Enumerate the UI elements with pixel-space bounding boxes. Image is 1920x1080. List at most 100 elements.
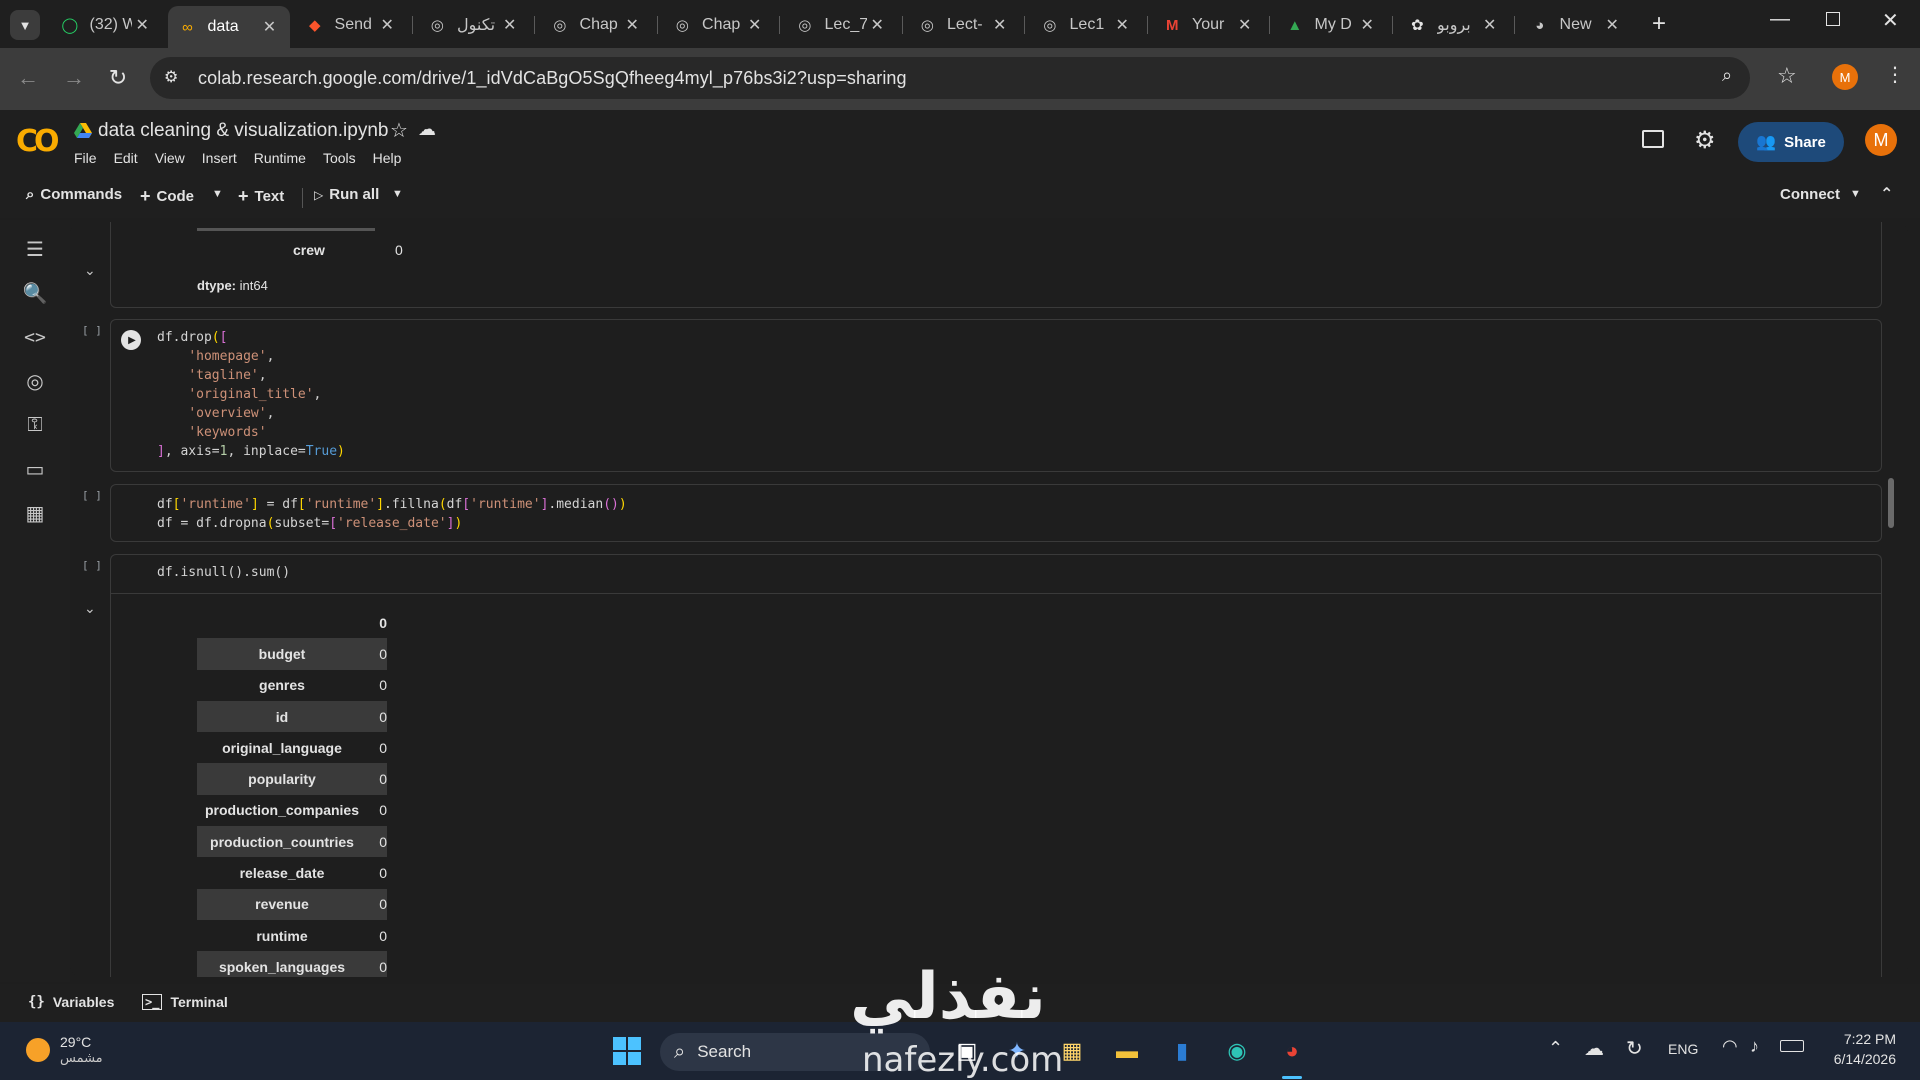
clock[interactable]: 7:22 PM 6/14/2026 [1826, 1031, 1896, 1067]
close-tab-icon[interactable]: ✕ [1112, 15, 1132, 35]
browser-tab[interactable]: ◎ Lec_7 ✕ [785, 8, 897, 42]
star-icon[interactable]: ☆ [390, 118, 408, 143]
site-info-icon[interactable]: ⚙ [164, 67, 178, 87]
back-button[interactable]: ← [10, 60, 46, 96]
account-avatar[interactable]: M [1865, 124, 1897, 156]
close-tab-icon[interactable]: ✕ [622, 15, 642, 35]
volume-icon[interactable]: ♪ [1750, 1036, 1759, 1057]
menu-runtime[interactable]: Runtime [254, 150, 306, 166]
run-all-button[interactable]: ▷ Run all [314, 186, 379, 203]
terminal-button[interactable]: >_ Terminal [142, 994, 228, 1010]
code-editor[interactable]: df.isnull().sum() [157, 563, 290, 582]
browser-tab[interactable]: ◯ (32) W ✕ [50, 8, 162, 42]
close-window-button[interactable]: ✕ [1882, 8, 1899, 33]
table-of-contents-icon[interactable]: ☰ [20, 234, 50, 264]
run-cell-button[interactable]: ▶ [121, 330, 141, 350]
bookmark-star-icon[interactable]: ☆ [1777, 63, 1797, 89]
show-hidden-icons[interactable]: ⌃ [1548, 1038, 1563, 1059]
browser-tab[interactable]: ◕ New ✕ [1520, 8, 1632, 42]
add-code-dropdown[interactable]: ▼ [212, 188, 223, 200]
taskbar-search[interactable]: ⌕ Search [660, 1033, 930, 1071]
browser-tab[interactable]: ◎ Lect- ✕ [908, 8, 1020, 42]
url-text[interactable]: colab.research.google.com/drive/1_idVdCa… [198, 68, 907, 89]
run-all-dropdown[interactable]: ▼ [392, 188, 403, 200]
task-view-icon[interactable]: ▣ [950, 1034, 984, 1068]
reload-button[interactable]: ↻ [100, 60, 136, 96]
code-snippets-icon[interactable]: <> [20, 322, 50, 352]
connect-dropdown[interactable]: ▼ [1850, 188, 1861, 200]
close-tab-icon[interactable]: ✕ [132, 15, 152, 35]
notebook-scrollbar[interactable] [1888, 478, 1894, 528]
forward-button[interactable]: → [56, 60, 92, 96]
close-tab-icon[interactable]: ✕ [745, 15, 765, 35]
browser-tab[interactable]: ∞ data ✕ [167, 6, 290, 48]
new-tab-button[interactable]: + [1652, 10, 1666, 38]
browser-profile-avatar[interactable]: M [1832, 64, 1858, 90]
store-icon[interactable]: ▦ [1055, 1034, 1089, 1068]
browser-tab[interactable]: ▲ My D ✕ [1275, 8, 1387, 42]
add-code-button[interactable]: + Code [140, 186, 194, 207]
close-tab-icon[interactable]: ✕ [1357, 15, 1377, 35]
menu-file[interactable]: File [74, 150, 97, 166]
close-tab-icon[interactable]: ✕ [1480, 15, 1500, 35]
zoom-icon[interactable]: ⌕ [1722, 65, 1732, 86]
code-editor[interactable]: df.drop([ 'homepage', 'tagline', 'origin… [157, 328, 345, 461]
add-text-button[interactable]: + Text [238, 186, 284, 207]
code-editor[interactable]: df['runtime'] = df['runtime'].fillna(df[… [157, 495, 627, 533]
browser-tab[interactable]: ◎ Chap ✕ [540, 8, 652, 42]
browser-tab[interactable]: ◆ Send ✕ [295, 8, 407, 42]
wifi-icon[interactable]: ◠ [1722, 1036, 1738, 1057]
chrome-icon[interactable]: ◕ [1275, 1034, 1309, 1068]
menu-tools[interactable]: Tools [323, 150, 356, 166]
browser-menu-icon[interactable]: ⋮ [1885, 62, 1905, 87]
collapse-output-chevron[interactable]: ⌄ [84, 262, 96, 279]
commands-button[interactable]: ⌕ Commands [26, 186, 122, 203]
close-tab-icon[interactable]: ✕ [1235, 15, 1255, 35]
file-explorer-icon[interactable]: ▬ [1110, 1034, 1144, 1068]
onedrive-icon[interactable]: ☁ [1584, 1036, 1604, 1061]
share-button[interactable]: 👥 Share [1738, 122, 1844, 162]
code-cell-isnull-sum[interactable]: df.isnull().sum() 0 budget 0 genres 0 id 0 … [110, 554, 1882, 977]
menu-help[interactable]: Help [373, 150, 402, 166]
close-tab-icon[interactable]: ✕ [990, 15, 1010, 35]
find-replace-icon[interactable]: 🔍 [20, 278, 50, 308]
colab-logo[interactable]: CO [16, 124, 59, 159]
cloud-saved-icon[interactable]: ☁ [418, 119, 436, 140]
code-cell-fill-runtime[interactable]: df['runtime'] = df['runtime'].fillna(df[… [110, 484, 1882, 542]
close-tab-icon[interactable]: ✕ [500, 15, 520, 35]
notebook-title[interactable]: data cleaning & visualization.ipynb [98, 120, 388, 142]
files-folder-icon[interactable]: ▭ [20, 454, 50, 484]
browser-tab[interactable]: M Your ✕ [1153, 8, 1265, 42]
browser-tab[interactable]: ◎ تكنول ✕ [418, 8, 530, 42]
collapse-output-chevron[interactable]: ⌄ [84, 600, 96, 617]
menu-insert[interactable]: Insert [202, 150, 237, 166]
connect-button[interactable]: Connect [1780, 186, 1840, 203]
browser-tab[interactable]: ◎ Lec1 ✕ [1030, 8, 1142, 42]
collapse-header-icon[interactable]: ⌃ [1880, 184, 1893, 204]
code-cell-drop-columns[interactable]: ▶ df.drop([ 'homepage', 'tagline', 'orig… [110, 319, 1882, 472]
comments-icon[interactable] [1642, 130, 1664, 148]
isnull-code-text[interactable]: df.isnull().sum() [157, 565, 290, 580]
browser-tab[interactable]: ◎ Chap ✕ [663, 8, 775, 42]
restore-button[interactable] [1826, 12, 1840, 26]
variables-inspector-icon[interactable]: ◎ [20, 366, 50, 396]
close-tab-icon[interactable]: ✕ [867, 15, 887, 35]
data-table-icon[interactable]: ▦ [20, 498, 50, 528]
copilot-icon[interactable]: ✦ [1000, 1034, 1034, 1068]
language-indicator[interactable]: ENG [1668, 1041, 1698, 1057]
edge-icon[interactable]: ◉ [1220, 1034, 1254, 1068]
settings-gear-icon[interactable]: ⚙ [1694, 126, 1716, 155]
minimize-button[interactable]: — [1770, 8, 1790, 31]
weather-widget[interactable]: 29°C مشمس [26, 1034, 103, 1066]
menu-edit[interactable]: Edit [114, 150, 138, 166]
secrets-key-icon[interactable]: ⚿ [20, 410, 50, 440]
address-bar[interactable]: ⚙ colab.research.google.com/drive/1_idVd… [150, 57, 1797, 99]
variables-button[interactable]: {} Variables [28, 994, 114, 1010]
close-tab-icon[interactable]: ✕ [377, 15, 397, 35]
sync-icon[interactable]: ↻ [1626, 1036, 1643, 1061]
close-tab-icon[interactable]: ✕ [260, 17, 280, 37]
word-icon[interactable]: ▮ [1165, 1034, 1199, 1068]
close-tab-icon[interactable]: ✕ [1602, 15, 1622, 35]
windows-start-icon[interactable] [610, 1034, 644, 1068]
browser-tab[interactable]: ✿ بروبو ✕ [1398, 8, 1510, 42]
